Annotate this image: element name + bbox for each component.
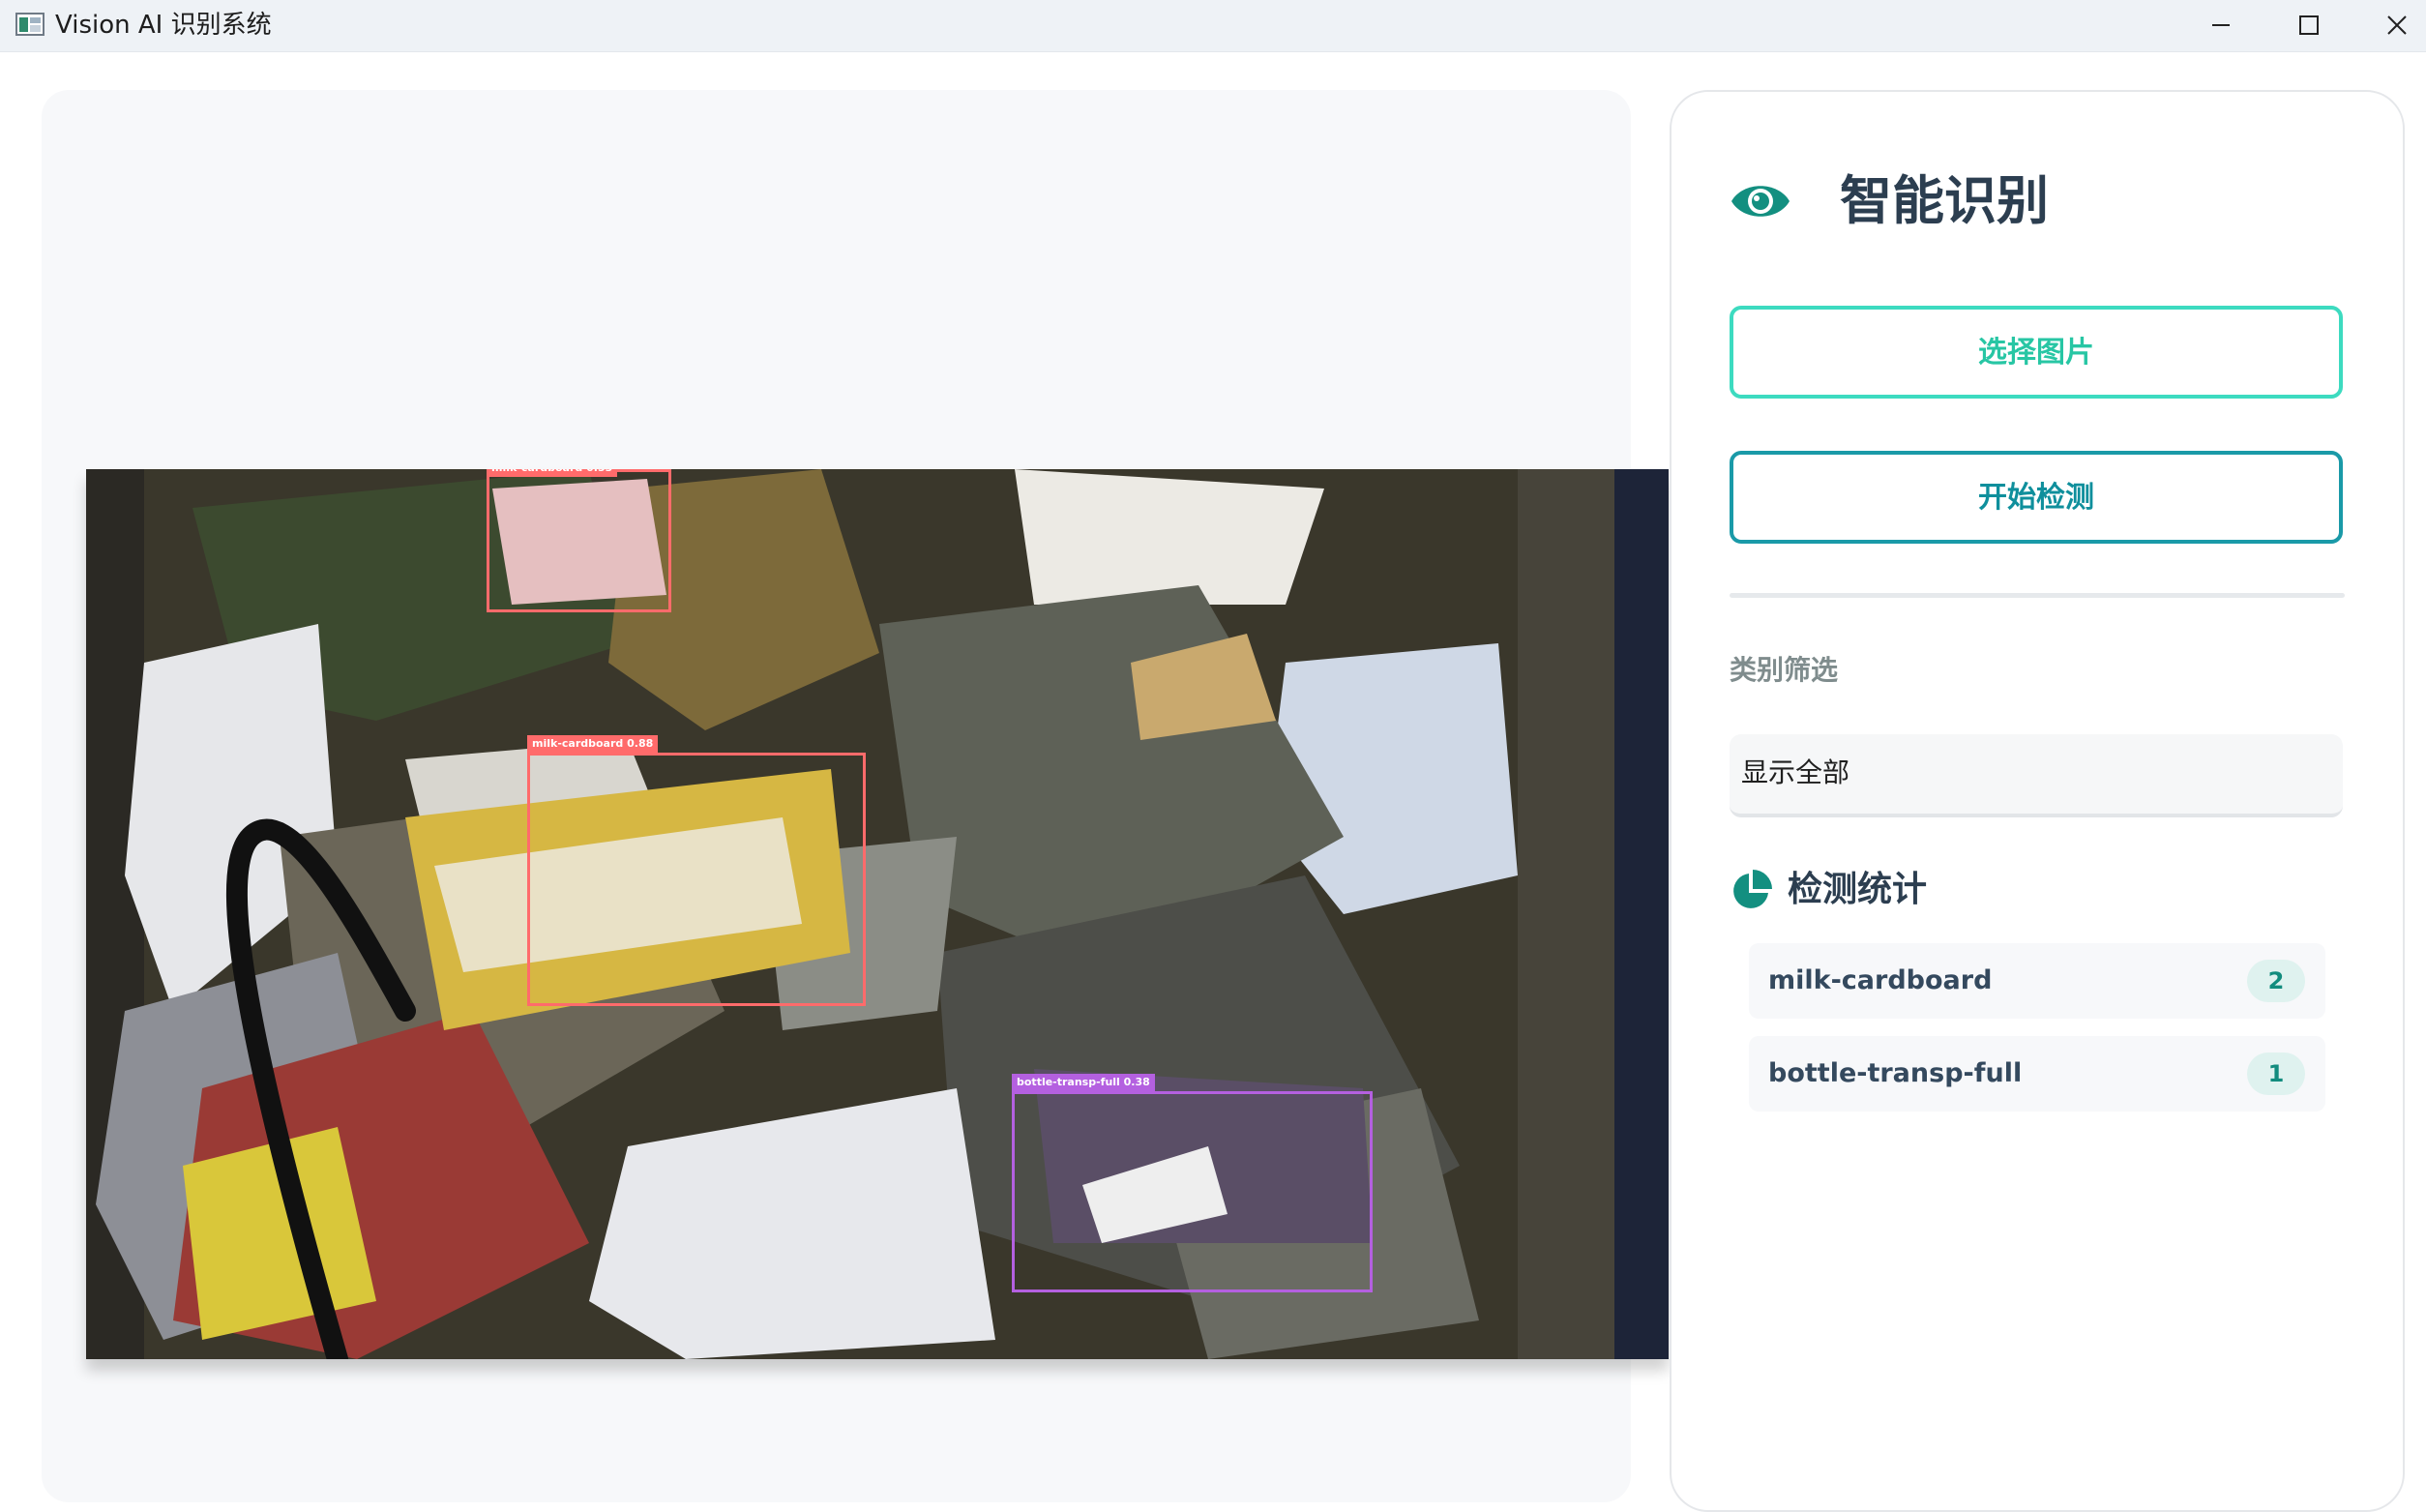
- close-button[interactable]: [2353, 0, 2426, 51]
- panel-title: 智能识别: [1840, 170, 2049, 231]
- category-filter-dropdown[interactable]: 显示全部: [1730, 734, 2343, 817]
- detection-label: milk-cardboard 0.53: [487, 469, 618, 477]
- app-window-icon: [15, 13, 44, 36]
- stat-count-badge: 2: [2247, 960, 2305, 1002]
- minimize-icon: [2212, 24, 2230, 26]
- detection-result-image: milk-cardboard 0.53 milk-cardboard 0.88 …: [86, 469, 1669, 1359]
- select-image-button[interactable]: 选择图片: [1730, 306, 2343, 399]
- stat-row: milk-cardboard 2: [1749, 943, 2325, 1019]
- divider: [1730, 593, 2345, 598]
- maximize-button[interactable]: [2265, 0, 2352, 51]
- start-detection-button[interactable]: 开始检测: [1730, 451, 2343, 544]
- detection-label: bottle-transp-full 0.38: [1012, 1074, 1155, 1091]
- detection-label: milk-cardboard 0.88: [527, 735, 659, 753]
- stat-count-badge: 1: [2247, 1052, 2305, 1095]
- eye-icon: [1731, 186, 1790, 217]
- image-display-panel: milk-cardboard 0.53 milk-cardboard 0.88 …: [42, 90, 1669, 1502]
- detection-stats-title: 检测统计: [1788, 870, 1928, 909]
- stat-class-name: milk-cardboard: [1768, 965, 1993, 995]
- detection-box: [527, 753, 866, 1006]
- control-panel: 智能识别 选择图片 开始检测 类别筛选 显示全部 检测统计 milk-cardb…: [1670, 90, 2405, 1512]
- title-bar: Vision AI 识别系统: [0, 0, 2426, 52]
- detection-box: [1012, 1091, 1373, 1292]
- pie-chart-icon: [1733, 870, 1772, 908]
- category-filter-label: 类别筛选: [1730, 654, 1839, 686]
- category-filter-value: 显示全部: [1741, 756, 1850, 788]
- stat-row: bottle-transp-full 1: [1749, 1036, 2325, 1112]
- minimize-button[interactable]: [2177, 0, 2264, 51]
- stat-class-name: bottle-transp-full: [1768, 1058, 2023, 1088]
- detection-box: [487, 469, 671, 612]
- close-icon: [2387, 15, 2407, 35]
- waste-photo: [86, 469, 1669, 1359]
- window-title: Vision AI 识别系统: [55, 11, 272, 40]
- maximize-icon: [2299, 15, 2319, 35]
